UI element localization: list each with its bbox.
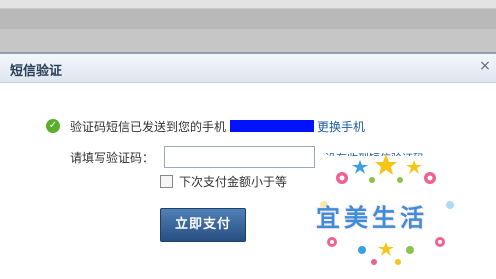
small-amount-option-row: 下次支付金额小于等 [160,173,287,189]
background-strip-top [0,0,496,9]
verification-code-label: 请填写验证码： [70,150,155,165]
small-amount-checkbox[interactable] [160,174,173,188]
watermark-logo: 宜美生活 [302,150,470,270]
sms-sent-text: 验证码短信已发送到您的手机 [70,119,227,134]
background-strip-bottom [0,29,496,53]
dialog-titlebar: 短信验证 × [0,54,496,83]
dialog-title: 短信验证 [10,64,63,79]
phone-number-redaction [230,120,315,132]
pay-now-button[interactable]: 立即支付 [160,208,246,242]
change-phone-link[interactable]: 更换手机 [317,118,365,135]
close-icon[interactable]: × [478,58,492,74]
small-amount-label: 下次支付金额小于等 [179,174,288,189]
watermark-text: 宜美生活 [316,204,428,232]
background-strip-middle [0,9,496,29]
verification-code-input[interactable] [164,146,316,168]
sms-sent-message: ✓ 验证码短信已发送到您的手机 更换手机 [46,117,365,135]
check-circle-icon: ✓ [46,119,60,133]
